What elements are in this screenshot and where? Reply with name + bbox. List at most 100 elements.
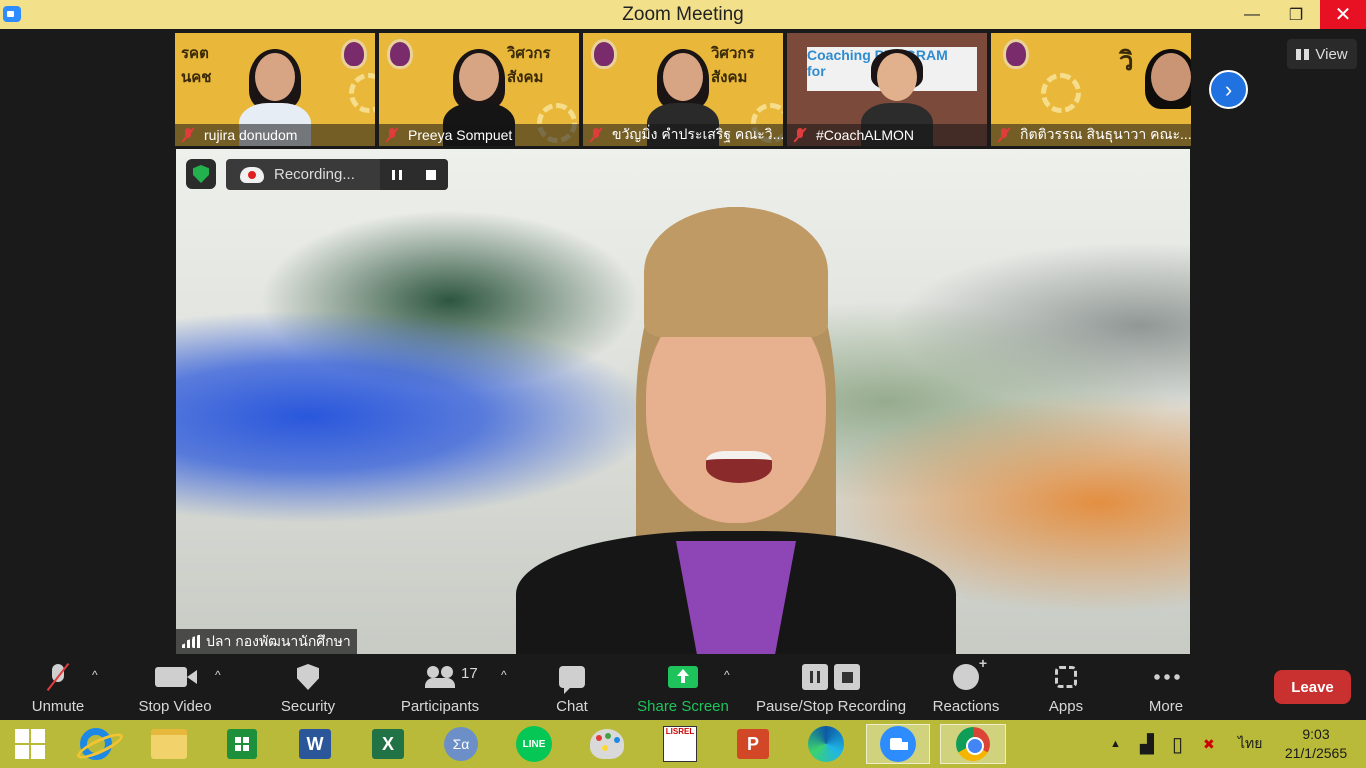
participants-options-caret[interactable]: ^ [501,668,507,682]
share-screen-icon [668,666,698,688]
mic-muted-icon [43,662,73,692]
leave-button[interactable]: Leave [1274,670,1351,704]
unmute-label: Unmute [31,698,85,715]
pause-recording-icon[interactable] [392,169,402,180]
participants-label: Participants [400,698,480,715]
participant-name: กิตติวรรณ สินธุนาวา คณะ... [1020,126,1191,142]
chat-button[interactable]: Chat [546,656,598,720]
chat-icon [559,666,585,694]
view-label: View [1315,45,1348,63]
reactions-button[interactable]: Reactions [932,655,1000,720]
more-dots-icon [1152,674,1180,680]
taskbar-word[interactable]: W [287,724,343,764]
participant-name: rujira donudom [204,127,298,143]
participant-thumbnail[interactable]: วิศวกร สังคม ขวัญมิ่ง คำประเสริฐ คณะวิ..… [583,33,783,146]
mic-off-icon [793,127,807,143]
university-seal-icon [1003,39,1029,69]
stop-icon [834,664,860,690]
excel-icon: X [372,729,404,759]
show-hidden-icons-button[interactable]: ▲ [1110,720,1121,768]
pause-stop-recording-button[interactable]: Pause/Stop Recording [755,656,907,720]
windows-taskbar: W X Σα LINE LISREL P ▲ ▟ ▯ ✖ ไทย 9:03 21… [0,720,1366,768]
taskbar-edge[interactable] [798,724,854,764]
file-explorer-icon [151,729,187,759]
mic-off-icon [385,127,399,143]
video-options-caret[interactable]: ^ [215,668,221,682]
start-icon [15,729,45,759]
taskbar-lisrel[interactable]: LISREL [652,724,708,764]
share-options-caret[interactable]: ^ [724,668,730,682]
active-speaker-video: Recording... ปลา กองพัฒนานักศึกษา [176,149,1190,654]
audio-options-caret[interactable]: ^ [92,668,98,682]
minimize-button[interactable]: — [1230,0,1274,29]
participant-thumbnail-strip: รคต นคช rujira donudom วิศวกร สังคม Pree… [175,33,1191,146]
line-icon: LINE [516,726,552,762]
encryption-badge[interactable] [186,159,216,189]
internet-explorer-icon [80,728,112,760]
thumbnail-banner: วิศวกร สังคม [711,45,755,86]
taskbar-line[interactable]: LINE [506,724,562,764]
start-button[interactable] [2,724,58,764]
apps-button[interactable]: Apps [1046,656,1086,720]
input-language[interactable]: ไทย [1238,720,1262,768]
participant-thumbnail[interactable]: รคต นคช rujira donudom [175,33,375,146]
pause-stop-recording-label: Pause/Stop Recording [755,698,907,715]
participant-name: ขวัญมิ่ง คำประเสริฐ คณะวิ... [612,126,783,142]
math-input-icon: Σα [444,727,478,761]
speaker-name-tag: ปลา กองพัฒนานักศึกษา [176,629,357,654]
stop-video-button[interactable]: Stop Video [135,656,215,720]
reactions-label: Reactions [932,698,1000,715]
powerpoint-icon: P [737,729,769,759]
clock[interactable]: 9:03 21/1/2565 [1276,725,1356,763]
taskbar-store[interactable] [214,724,270,764]
participant-name-bar: Preeya Sompuet [379,124,579,146]
title-bar: Zoom Meeting — ❐ ✕ [0,0,1366,29]
recording-label: Recording... [274,166,355,183]
meeting-toolbar: Unmute ^ Stop Video ^ Security Participa… [0,655,1366,720]
more-button[interactable]: More [1145,656,1187,720]
taskbar-excel[interactable]: X [360,724,416,764]
mic-off-icon [181,127,195,143]
store-icon [227,729,257,759]
network-signal-icon[interactable]: ▟ [1140,720,1154,768]
university-seal-icon [591,39,617,69]
security-button[interactable]: Security [278,656,338,720]
video-camera-icon [155,667,197,687]
chevron-right-icon: › [1224,76,1233,102]
gear-icon [1041,73,1081,113]
taskbar-zoom[interactable] [866,724,930,764]
close-button[interactable]: ✕ [1320,0,1366,29]
shield-check-icon [193,165,209,183]
chrome-icon [956,727,990,761]
restore-button[interactable]: ❐ [1274,0,1318,29]
window-title: Zoom Meeting [622,4,744,25]
next-page-button[interactable]: › [1209,70,1248,109]
zoom-icon [880,726,916,762]
participant-name-bar: กิตติวรรณ สินธุนาวา คณะ... [991,124,1191,146]
more-label: More [1148,698,1184,715]
taskbar-internet-explorer[interactable] [68,724,124,764]
taskbar-math-input[interactable]: Σα [433,724,489,764]
participant-name-bar: rujira donudom [175,124,375,146]
stop-recording-icon[interactable] [426,169,436,180]
edge-icon [808,726,844,762]
participant-thumbnail[interactable]: วิศวกร สังคม Preeya Sompuet [379,33,579,146]
volume-muted-icon[interactable]: ✖ [1203,720,1215,768]
emoji-add-icon [953,655,987,690]
participants-count: 17 [461,665,478,682]
share-screen-button[interactable]: Share Screen [637,656,729,720]
thumbnail-banner: วิศวกร สังคม [507,45,551,86]
unmute-button[interactable]: Unmute [28,656,88,720]
taskbar-file-explorer[interactable] [141,724,197,764]
view-button[interactable]: View [1287,39,1357,69]
battery-icon[interactable]: ▯ [1172,720,1183,768]
taskbar-paint[interactable] [579,724,635,764]
pause-icon [802,664,828,690]
participant-thumbnail[interactable]: วิ กิตติวรรณ สินธุนาวา คณะ... [991,33,1191,146]
taskbar-powerpoint[interactable]: P [725,724,781,764]
meeting-stage: รคต นคช rujira donudom วิศวกร สังคม Pree… [0,29,1366,656]
clock-date: 21/1/2565 [1284,745,1348,761]
taskbar-chrome[interactable] [940,724,1006,764]
participant-thumbnail[interactable]: Coaching PROGRAM for #CoachALMON [787,33,987,146]
share-screen-label: Share Screen [637,698,729,715]
